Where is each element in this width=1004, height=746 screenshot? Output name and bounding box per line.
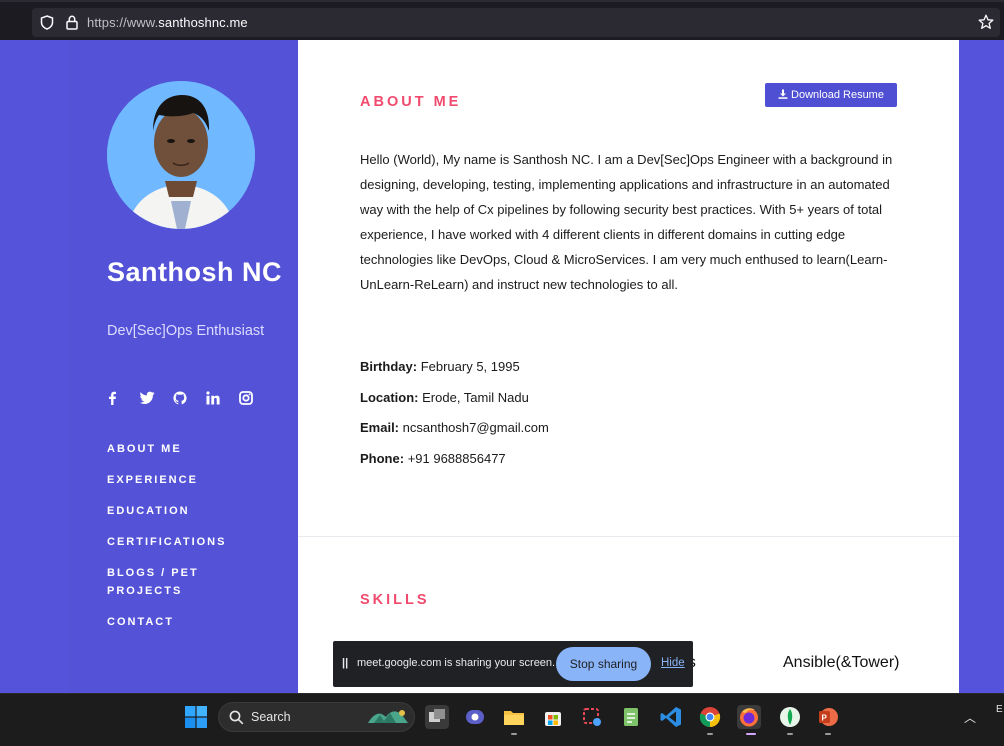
main-content: ABOUT ME Download Resume Hello (World), … [298, 40, 959, 693]
profile-tagline: Dev[Sec]Ops Enthusiast [107, 323, 265, 339]
chrome-icon[interactable] [698, 705, 722, 729]
search-highlight-icon [368, 710, 408, 723]
vscode-icon[interactable] [659, 705, 683, 729]
download-icon [778, 89, 788, 99]
url-text[interactable]: https://www.santhoshnc.me [87, 15, 248, 30]
email-row: Email: ncsanthosh7@gmail.com [360, 420, 549, 435]
facebook-icon[interactable] [107, 391, 140, 407]
notepad-icon[interactable] [619, 705, 643, 729]
skill-item: Ansible(&Tower) [783, 654, 900, 671]
sidebar: Santhosh NC Dev[Sec]Ops Enthusiast ABOUT… [0, 40, 298, 693]
mongodb-compass-icon[interactable] [778, 705, 802, 729]
section-divider [298, 536, 959, 537]
birthday-row: Birthday: February 5, 1995 [360, 359, 520, 374]
lock-icon[interactable] [66, 15, 78, 30]
linkedin-icon[interactable] [206, 391, 239, 407]
social-links [107, 391, 272, 407]
phone-row: Phone: +91 9688856477 [360, 451, 506, 466]
show-hidden-icons-chevron-icon[interactable]: ︿ [964, 709, 976, 726]
taskbar-search[interactable]: Search [218, 702, 415, 732]
twitter-icon[interactable] [139, 391, 173, 407]
browser-toolbar: https://www.santhoshnc.me [0, 0, 1004, 40]
stop-sharing-button[interactable]: Stop sharing [556, 647, 651, 681]
nav-contact[interactable]: CONTACT [107, 613, 237, 631]
file-explorer-icon[interactable] [502, 705, 526, 729]
profile-photo [107, 81, 255, 229]
bookmark-star-icon[interactable] [978, 14, 994, 30]
nav-blogs-pet-projects[interactable]: BLOGS / PET PROJECTS [107, 564, 237, 600]
profile-name: Santhosh NC [107, 257, 283, 287]
skills-section-title: SKILLS [360, 592, 430, 608]
nav-certifications[interactable]: CERTIFICATIONS [107, 533, 237, 551]
location-row: Location: Erode, Tamil Nadu [360, 390, 529, 405]
shield-icon[interactable] [40, 15, 54, 30]
share-message: meet.google.com is sharing your screen. [357, 657, 556, 669]
pause-icon: || [342, 657, 349, 669]
download-resume-button[interactable]: Download Resume [765, 83, 897, 107]
hide-banner-link[interactable]: Hide [661, 657, 685, 669]
nav-about-me[interactable]: ABOUT ME [107, 440, 237, 458]
address-bar[interactable]: https://www.santhoshnc.me [32, 8, 1000, 37]
github-icon[interactable] [173, 391, 206, 407]
instagram-icon[interactable] [239, 391, 272, 407]
about-paragraph: Hello (World), My name is Santhosh NC. I… [360, 152, 893, 292]
nav-experience[interactable]: EXPERIENCE [107, 471, 237, 489]
sidebar-nav: ABOUT ME EXPERIENCE EDUCATION CERTIFICAT… [107, 440, 237, 644]
powerpoint-icon[interactable]: P [816, 705, 840, 729]
svg-text:P: P [822, 714, 828, 723]
windows-start-icon[interactable] [185, 706, 207, 728]
search-icon [229, 710, 244, 725]
nav-education[interactable]: EDUCATION [107, 502, 237, 520]
firefox-icon[interactable] [737, 705, 761, 729]
task-view-icon[interactable] [425, 705, 449, 729]
meet-app-icon[interactable] [463, 705, 487, 729]
snipping-tool-icon[interactable] [580, 705, 604, 729]
taskbar: Search P ︿ E [0, 693, 1004, 746]
tray-clock[interactable]: E [996, 703, 1003, 716]
microsoft-store-icon[interactable] [541, 705, 565, 729]
screen-share-banner: || meet.google.com is sharing your scree… [333, 641, 693, 687]
web-page: Santhosh NC Dev[Sec]Ops Enthusiast ABOUT… [0, 40, 1004, 693]
about-section-title: ABOUT ME [360, 94, 462, 110]
